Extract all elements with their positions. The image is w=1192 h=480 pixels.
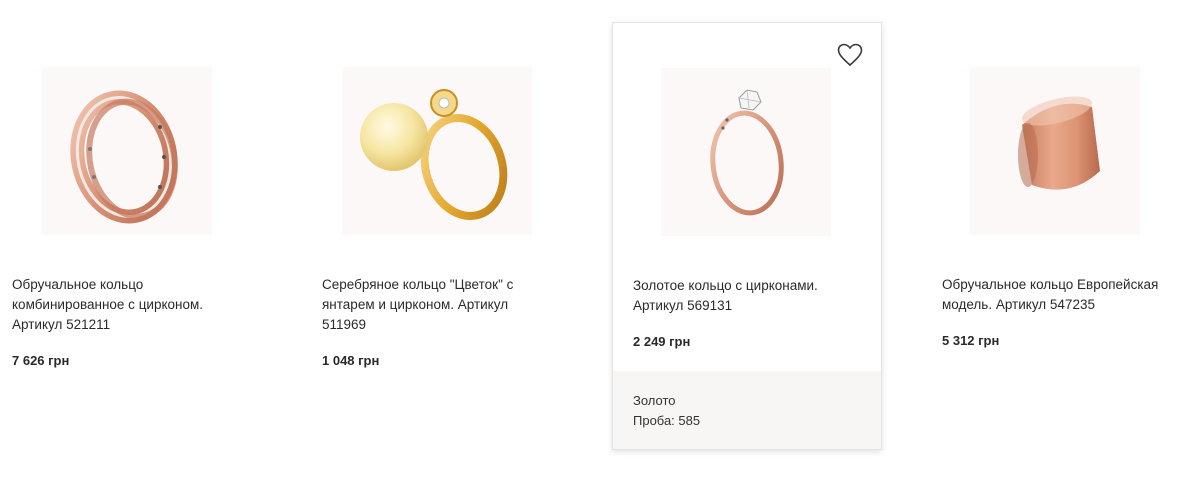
probe-label: Проба: 585	[633, 413, 701, 428]
product-price: 7 626 грн	[12, 353, 70, 368]
product-grid: Обручальное кольцо комбинированное с цир…	[0, 0, 1192, 480]
product-price: 5 312 грн	[942, 333, 1000, 348]
product-image[interactable]	[42, 67, 212, 235]
product-title[interactable]: Золотое кольцо с цирконами. Артикул 5691…	[633, 276, 853, 316]
heart-icon[interactable]	[837, 43, 863, 67]
zircon-gold-ring-image	[710, 89, 784, 216]
product-image[interactable]	[970, 67, 1140, 235]
amber-flower-ring-image	[360, 89, 508, 220]
product-price: 2 249 грн	[633, 334, 691, 349]
product-card-hovered[interactable]: Золотое кольцо с цирконами. Артикул 5691…	[612, 22, 882, 450]
product-properties-panel: Золото Проба: 585	[613, 371, 881, 449]
product-price: 1 048 грн	[322, 353, 380, 368]
product-title[interactable]: Обручальное кольцо Европейская модель. А…	[942, 275, 1177, 315]
european-wedding-ring-image	[1018, 96, 1100, 190]
metal-label: Золото	[633, 393, 676, 408]
combined-wedding-ring-image	[70, 90, 178, 224]
product-title[interactable]: Обручальное кольцо комбинированное с цир…	[12, 275, 237, 335]
product-image[interactable]	[661, 68, 831, 236]
product-image[interactable]	[342, 67, 532, 235]
product-title[interactable]: Серебряное кольцо "Цветок" с янтарем и ц…	[322, 275, 547, 335]
